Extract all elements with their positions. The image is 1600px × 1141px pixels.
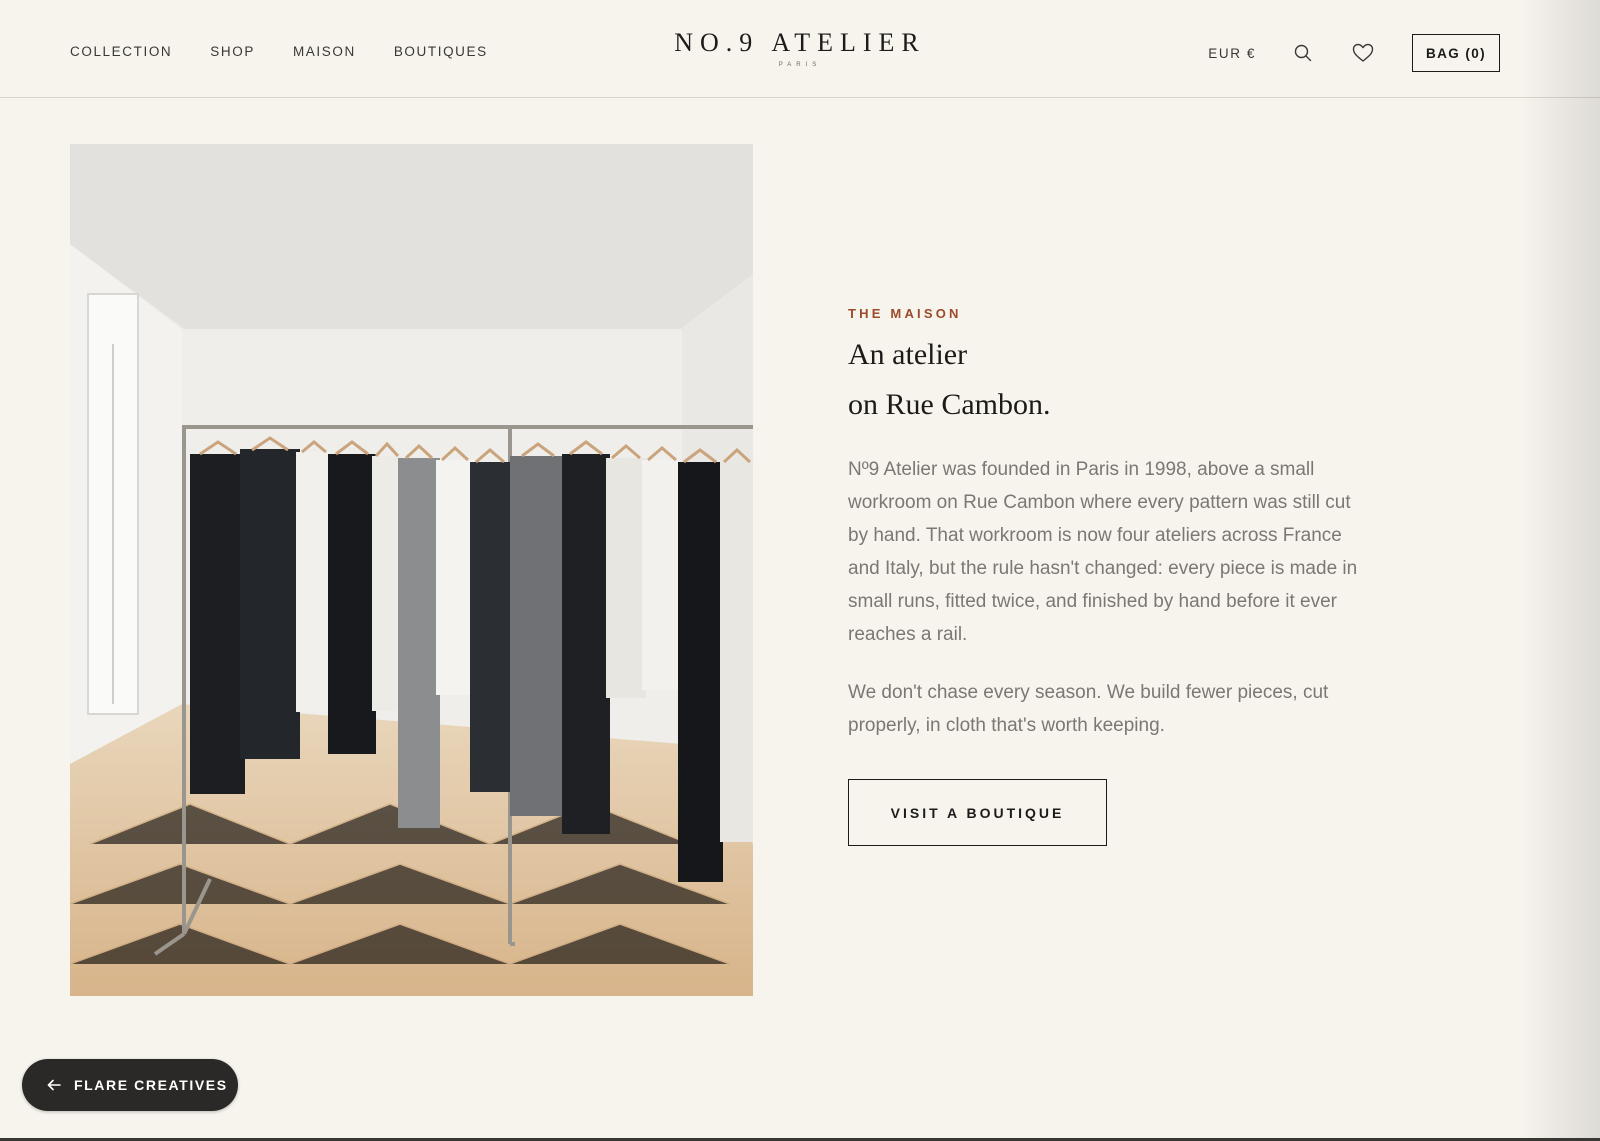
visit-boutique-button[interactable]: VISIT A BOUTIQUE [848,779,1107,846]
heart-icon[interactable] [1352,42,1374,64]
arrow-left-icon [47,1079,61,1091]
clothing-rack-photo [70,144,753,996]
about-copy: Nº9 Atelier was founded in Paris in 1998… [848,453,1368,767]
section-headline: An atelier on Rue Cambon. [848,330,1051,430]
badge-label: FLARE CREATIVES [74,1077,228,1093]
search-icon-glyph [1294,44,1312,62]
flare-creatives-badge[interactable]: FLARE CREATIVES [22,1059,238,1111]
heart-icon-glyph [1352,43,1374,62]
currency-selector[interactable]: EUR € [1208,46,1256,61]
clothing-rack-illustration [70,144,753,996]
headline-line-2: on Rue Cambon. [848,388,1051,421]
right-edge-shadow [1520,0,1600,1141]
about-paragraph-2: We don't chase every season. We build fe… [848,682,1329,736]
header-actions: EUR € BAG (0) [1208,32,1500,74]
search-icon[interactable] [1292,42,1314,64]
bag-button[interactable]: BAG (0) [1412,34,1500,72]
headline-line-1: An atelier [848,338,968,371]
section-eyebrow: THE MAISON [848,306,962,321]
about-paragraph-1: Nº9 Atelier was founded in Paris in 1998… [848,459,1358,645]
site-header: COLLECTION SHOP MAISON BOUTIQUES NO.9 AT… [0,0,1600,98]
